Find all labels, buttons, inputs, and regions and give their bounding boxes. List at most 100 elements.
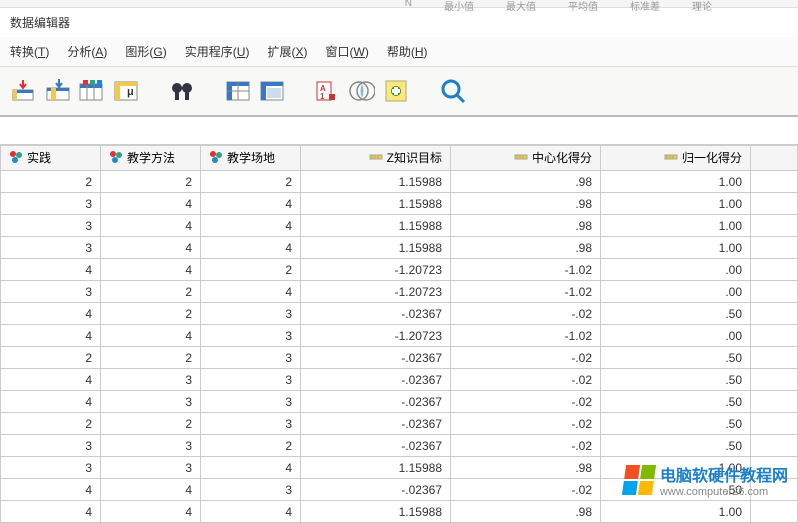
- table-cell[interactable]: 2: [201, 435, 301, 457]
- table-cell-empty[interactable]: [751, 325, 798, 347]
- table-row[interactable]: 433-.02367-.02.50: [1, 391, 798, 413]
- column-header[interactable]: 中心化得分: [451, 146, 601, 171]
- menu-analyze[interactable]: 分析(A): [67, 43, 107, 60]
- column-header[interactable]: 教学场地: [201, 146, 301, 171]
- table-cell[interactable]: 3: [1, 435, 101, 457]
- table-row[interactable]: 223-.02367-.02.50: [1, 347, 798, 369]
- table-cell[interactable]: .50: [601, 347, 751, 369]
- table-cell-empty[interactable]: [751, 281, 798, 303]
- menu-graphs[interactable]: 图形(G): [125, 43, 166, 60]
- table-cell[interactable]: 4: [201, 281, 301, 303]
- table-cell[interactable]: 2: [201, 259, 301, 281]
- table-cell-empty[interactable]: [751, 171, 798, 193]
- table-cell[interactable]: -.02: [451, 347, 601, 369]
- column-header[interactable]: 归一化得分: [601, 146, 751, 171]
- menu-window[interactable]: 窗口(W): [325, 43, 368, 60]
- table-cell[interactable]: -.02367: [301, 369, 451, 391]
- table-cell[interactable]: 4: [1, 391, 101, 413]
- table-cell[interactable]: -.02367: [301, 479, 451, 501]
- table-cell[interactable]: 3: [1, 193, 101, 215]
- table-cell[interactable]: 2: [1, 413, 101, 435]
- table-cell[interactable]: .50: [601, 303, 751, 325]
- table-cell[interactable]: 3: [1, 457, 101, 479]
- table-cell[interactable]: 4: [101, 259, 201, 281]
- table-cell[interactable]: 4: [1, 325, 101, 347]
- table-cell[interactable]: .98: [451, 193, 601, 215]
- table-cell[interactable]: 1.00: [601, 193, 751, 215]
- table-cell-empty[interactable]: [751, 369, 798, 391]
- table-cell[interactable]: 2: [101, 303, 201, 325]
- table-cell[interactable]: 3: [201, 347, 301, 369]
- table-cell[interactable]: -.02367: [301, 303, 451, 325]
- toolbar-select-cases-icon[interactable]: [348, 77, 376, 105]
- table-cell[interactable]: -.02367: [301, 347, 451, 369]
- toolbar-weight-icon[interactable]: [258, 77, 286, 105]
- table-cell[interactable]: 3: [101, 457, 201, 479]
- table-cell[interactable]: 4: [201, 501, 301, 523]
- table-cell[interactable]: .50: [601, 435, 751, 457]
- table-cell-empty[interactable]: [751, 435, 798, 457]
- table-cell[interactable]: 2: [1, 347, 101, 369]
- table-cell[interactable]: 3: [1, 215, 101, 237]
- table-cell-empty[interactable]: [751, 193, 798, 215]
- table-cell[interactable]: .98: [451, 501, 601, 523]
- table-cell[interactable]: 3: [1, 237, 101, 259]
- table-cell[interactable]: 4: [1, 259, 101, 281]
- table-cell[interactable]: 4: [101, 325, 201, 347]
- table-cell[interactable]: 3: [1, 281, 101, 303]
- toolbar-split-icon[interactable]: [224, 77, 252, 105]
- table-row[interactable]: 2221.15988.981.00: [1, 171, 798, 193]
- table-cell[interactable]: .98: [451, 237, 601, 259]
- table-cell[interactable]: .98: [451, 457, 601, 479]
- table-cell-empty[interactable]: [751, 237, 798, 259]
- toolbar-value-labels-icon[interactable]: A1: [314, 77, 342, 105]
- toolbar-search-icon[interactable]: [438, 77, 466, 105]
- table-cell[interactable]: 3: [101, 391, 201, 413]
- table-cell-empty[interactable]: [751, 259, 798, 281]
- table-cell[interactable]: -.02: [451, 479, 601, 501]
- table-row[interactable]: 3441.15988.981.00: [1, 193, 798, 215]
- table-cell-empty[interactable]: [751, 413, 798, 435]
- column-header[interactable]: Z知识目标: [301, 146, 451, 171]
- menu-extensions[interactable]: 扩展(X): [267, 43, 307, 60]
- table-cell[interactable]: 3: [201, 413, 301, 435]
- table-cell[interactable]: 4: [201, 237, 301, 259]
- table-cell[interactable]: .50: [601, 413, 751, 435]
- table-cell[interactable]: .50: [601, 369, 751, 391]
- table-cell[interactable]: 1.00: [601, 237, 751, 259]
- table-cell[interactable]: 1.00: [601, 501, 751, 523]
- table-cell[interactable]: -1.02: [451, 281, 601, 303]
- table-cell-empty[interactable]: [751, 391, 798, 413]
- table-cell[interactable]: 4: [1, 501, 101, 523]
- column-header[interactable]: 实践: [1, 146, 101, 171]
- table-row[interactable]: 3441.15988.981.00: [1, 237, 798, 259]
- table-cell[interactable]: 3: [101, 435, 201, 457]
- table-cell-empty[interactable]: [751, 347, 798, 369]
- table-cell[interactable]: 1.00: [601, 215, 751, 237]
- table-cell[interactable]: .00: [601, 325, 751, 347]
- table-row[interactable]: 324-1.20723-1.02.00: [1, 281, 798, 303]
- table-cell[interactable]: -1.02: [451, 325, 601, 347]
- table-cell[interactable]: 1.15988: [301, 171, 451, 193]
- table-cell[interactable]: 4: [201, 457, 301, 479]
- toolbar-find-icon[interactable]: [168, 77, 196, 105]
- table-row[interactable]: 433-.02367-.02.50: [1, 369, 798, 391]
- table-cell[interactable]: 3: [201, 479, 301, 501]
- table-cell[interactable]: .98: [451, 215, 601, 237]
- table-cell[interactable]: -.02: [451, 369, 601, 391]
- menu-help[interactable]: 帮助(H): [387, 43, 428, 60]
- table-cell[interactable]: .00: [601, 259, 751, 281]
- table-cell[interactable]: 2: [101, 171, 201, 193]
- table-cell[interactable]: -.02367: [301, 391, 451, 413]
- menu-transform[interactable]: 转换(T): [10, 43, 49, 60]
- table-row[interactable]: 423-.02367-.02.50: [1, 303, 798, 325]
- table-cell[interactable]: -1.20723: [301, 281, 451, 303]
- toolbar-variables-icon[interactable]: [78, 77, 106, 105]
- table-cell[interactable]: 4: [101, 215, 201, 237]
- table-cell[interactable]: 3: [101, 369, 201, 391]
- table-row[interactable]: 4441.15988.981.00: [1, 501, 798, 523]
- table-cell[interactable]: .50: [601, 391, 751, 413]
- table-cell[interactable]: -.02367: [301, 435, 451, 457]
- table-row[interactable]: 332-.02367-.02.50: [1, 435, 798, 457]
- table-cell[interactable]: 1.15988: [301, 237, 451, 259]
